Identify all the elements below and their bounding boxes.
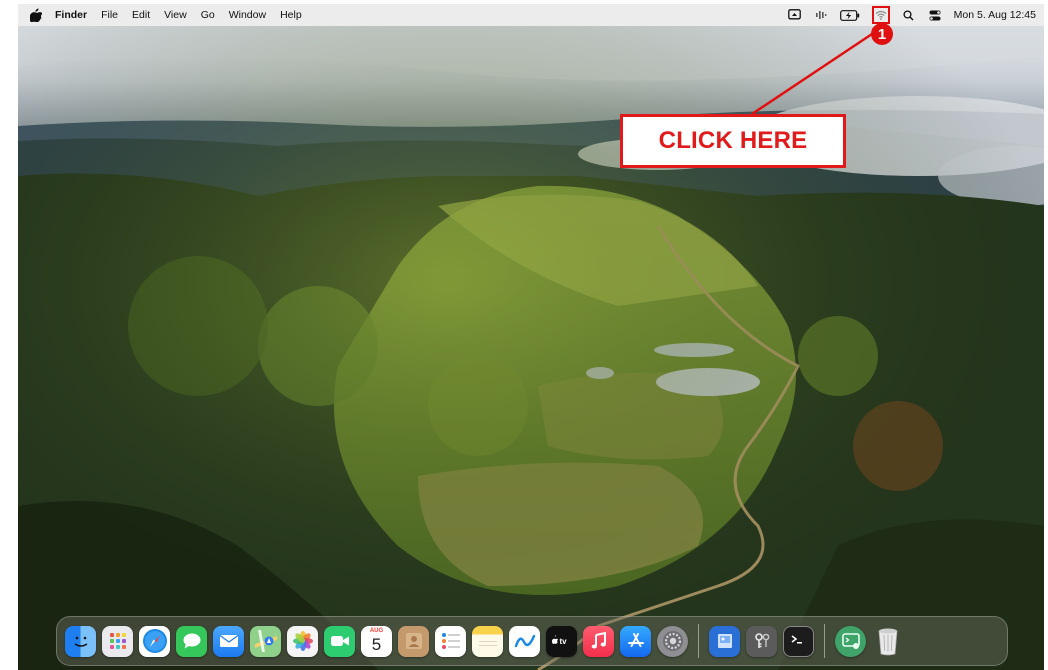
callout-text: CLICK HERE: [658, 127, 808, 154]
annotation-arrow: [751, 24, 885, 116]
step-number-badge: 1: [871, 23, 893, 45]
click-here-callout: CLICK HERE: [620, 114, 846, 168]
